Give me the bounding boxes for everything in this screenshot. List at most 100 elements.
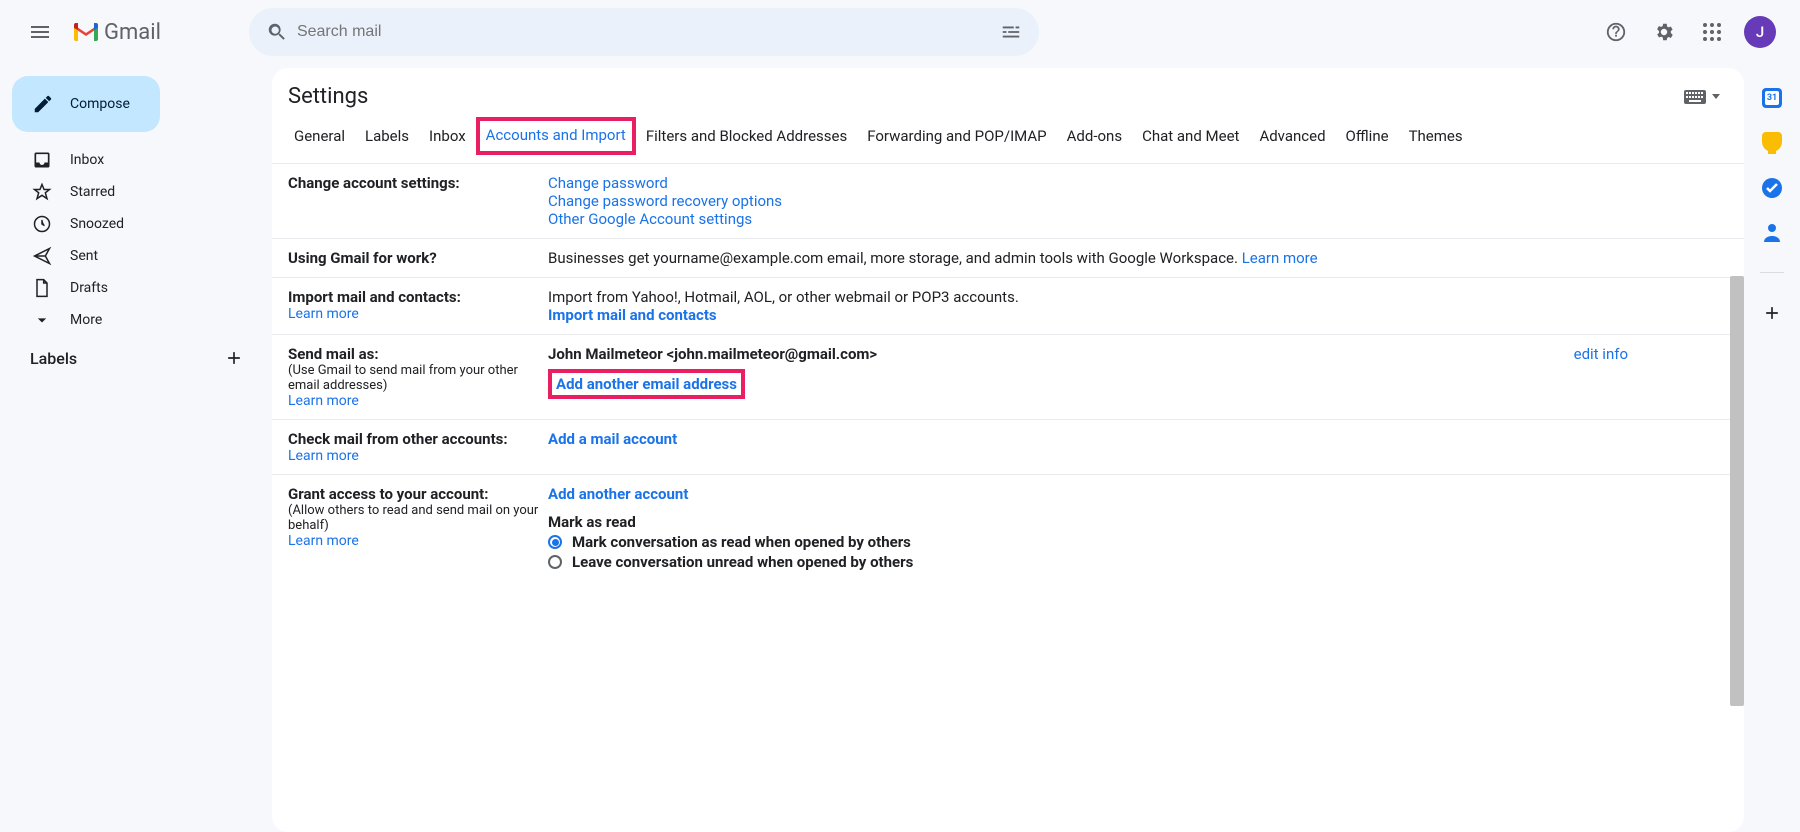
section-label: Change account settings: <box>288 174 460 192</box>
add-another-email-link[interactable]: Add another email address <box>548 369 745 399</box>
apps-grid-icon <box>1702 22 1722 42</box>
import-desc: Import from Yahoo!, Hotmail, AOL, or oth… <box>548 288 1728 306</box>
tasks-icon <box>1762 178 1782 198</box>
compose-label: Compose <box>70 96 130 112</box>
sidebar-item-label: Sent <box>70 248 98 264</box>
plus-icon <box>224 348 244 368</box>
change-recovery-link[interactable]: Change password recovery options <box>548 192 1728 210</box>
section-label: Check mail from other accounts: <box>288 430 548 448</box>
sidebar-item-label: Snoozed <box>70 216 124 232</box>
work-text: Businesses get yourname@example.com emai… <box>548 249 1242 267</box>
tab-addons[interactable]: Add-ons <box>1057 117 1132 155</box>
account-avatar[interactable]: J <box>1744 16 1776 48</box>
inbox-icon <box>32 150 52 170</box>
contacts-app-button[interactable] <box>1762 222 1782 242</box>
keep-app-button[interactable] <box>1762 132 1782 154</box>
sidebar-item-inbox[interactable]: Inbox <box>8 144 256 176</box>
compose-button[interactable]: Compose <box>12 76 160 132</box>
sidebar-item-label: More <box>70 312 102 328</box>
clock-icon <box>32 214 52 234</box>
settings-content: Change account settings: Change password… <box>272 163 1744 832</box>
sidebar-item-starred[interactable]: Starred <box>8 176 256 208</box>
tab-chat-meet[interactable]: Chat and Meet <box>1132 117 1249 155</box>
grant-learn-more-link[interactable]: Learn more <box>288 533 548 549</box>
send-as-identity: John Mailmeteor <john.mailmeteor@gmail.c… <box>548 345 877 363</box>
tab-forwarding[interactable]: Forwarding and POP/IMAP <box>857 117 1056 155</box>
sidebar-item-label: Drafts <box>70 280 108 296</box>
sidebar-item-label: Inbox <box>70 152 104 168</box>
add-another-account-link[interactable]: Add another account <box>548 485 1728 503</box>
scrollbar[interactable] <box>1730 276 1744 706</box>
google-apps-button[interactable] <box>1692 12 1732 52</box>
tasks-app-button[interactable] <box>1762 178 1782 198</box>
tab-themes[interactable]: Themes <box>1399 117 1473 155</box>
tab-inbox[interactable]: Inbox <box>419 117 476 155</box>
radio-leave-unread[interactable] <box>548 555 562 569</box>
star-icon <box>32 182 52 202</box>
sidebar-item-label: Starred <box>70 184 115 200</box>
edit-info-link[interactable]: edit info <box>1574 345 1628 363</box>
labels-header: Labels <box>30 349 77 368</box>
main-menu-button[interactable] <box>16 8 64 56</box>
hamburger-icon <box>28 20 52 44</box>
search-input[interactable] <box>297 23 991 41</box>
search-options-icon[interactable] <box>991 21 1031 43</box>
tab-filters[interactable]: Filters and Blocked Addresses <box>636 117 857 155</box>
chevron-down-icon <box>32 310 52 330</box>
input-tools-button[interactable] <box>1684 90 1720 104</box>
section-label: Import mail and contacts: <box>288 288 548 306</box>
gmail-icon <box>72 21 100 43</box>
file-icon <box>32 278 52 298</box>
dropdown-caret-icon <box>1712 94 1720 99</box>
main-panel: Settings General Labels Inbox Accounts a… <box>272 68 1744 832</box>
work-learn-more-link[interactable]: Learn more <box>1242 249 1318 267</box>
sidebar-item-more[interactable]: More <box>8 304 256 336</box>
settings-button[interactable] <box>1644 12 1684 52</box>
grant-desc: (Allow others to read and send mail on y… <box>288 503 548 533</box>
keyboard-icon <box>1684 90 1706 104</box>
side-panel: 31 <box>1744 64 1800 832</box>
radio-mark-read[interactable] <box>548 535 562 549</box>
support-button[interactable] <box>1596 12 1636 52</box>
import-mail-contacts-link[interactable]: Import mail and contacts <box>548 306 1728 324</box>
sidebar-item-drafts[interactable]: Drafts <box>8 272 256 304</box>
section-label: Grant access to your account: <box>288 485 548 503</box>
pencil-icon <box>32 93 54 115</box>
tab-general[interactable]: General <box>284 117 355 155</box>
gear-icon <box>1653 21 1675 43</box>
help-icon <box>1605 21 1627 43</box>
send-as-desc: (Use Gmail to send mail from your other … <box>288 363 548 393</box>
contacts-icon <box>1762 222 1782 242</box>
page-title: Settings <box>288 84 368 109</box>
search-icon[interactable] <box>257 21 297 43</box>
plus-icon <box>1762 303 1782 323</box>
calendar-app-button[interactable]: 31 <box>1762 88 1782 108</box>
tab-advanced[interactable]: Advanced <box>1249 117 1335 155</box>
get-addons-button[interactable] <box>1762 303 1782 323</box>
tab-accounts-and-import[interactable]: Accounts and Import <box>476 117 636 155</box>
sidebar-item-sent[interactable]: Sent <box>8 240 256 272</box>
sidebar: Compose Inbox Starred Snoozed Sent Draft… <box>0 64 256 832</box>
section-label: Send mail as: <box>288 345 548 363</box>
other-account-settings-link[interactable]: Other Google Account settings <box>548 210 1728 228</box>
app-name: Gmail <box>104 20 161 45</box>
check-mail-learn-more-link[interactable]: Learn more <box>288 448 548 464</box>
sidebar-item-snoozed[interactable]: Snoozed <box>8 208 256 240</box>
send-as-learn-more-link[interactable]: Learn more <box>288 393 548 409</box>
change-password-link[interactable]: Change password <box>548 174 1728 192</box>
rail-divider <box>1760 272 1784 273</box>
send-icon <box>32 246 52 266</box>
radio-mark-read-label: Mark conversation as read when opened by… <box>572 533 911 551</box>
radio-leave-unread-label: Leave conversation unread when opened by… <box>572 553 913 571</box>
tab-offline[interactable]: Offline <box>1336 117 1399 155</box>
add-mail-account-link[interactable]: Add a mail account <box>548 430 1728 448</box>
mark-as-read-label: Mark as read <box>548 513 1728 531</box>
import-learn-more-link[interactable]: Learn more <box>288 306 548 322</box>
tab-labels[interactable]: Labels <box>355 117 419 155</box>
settings-tabs: General Labels Inbox Accounts and Import… <box>272 117 1744 163</box>
search-bar[interactable] <box>249 8 1039 56</box>
keep-icon <box>1762 132 1782 154</box>
section-label: Using Gmail for work? <box>288 249 437 267</box>
add-label-button[interactable] <box>224 348 244 368</box>
gmail-logo[interactable]: Gmail <box>64 20 169 45</box>
